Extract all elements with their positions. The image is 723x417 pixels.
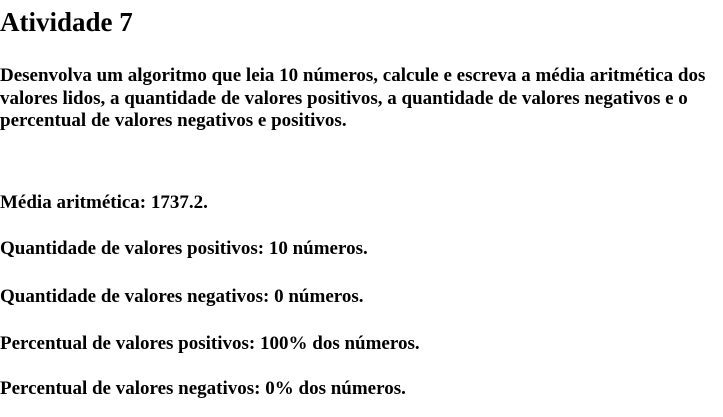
page-title: Atividade 7 [0, 7, 133, 37]
negative-percent-result: Percentual de valores negativos: 0% dos … [0, 378, 406, 399]
positive-percent-result: Percentual de valores positivos: 100% do… [0, 333, 420, 354]
positive-count-result: Quantidade de valores positivos: 10 núme… [0, 238, 368, 259]
negative-count-result: Quantidade de valores negativos: 0 númer… [0, 286, 364, 307]
page-content: Atividade 7 Desenvolva um algoritmo que … [0, 0, 723, 417]
average-result: Média aritmética: 1737.2. [0, 192, 208, 213]
activity-description: Desenvolva um algoritmo que leia 10 núme… [0, 65, 706, 131]
